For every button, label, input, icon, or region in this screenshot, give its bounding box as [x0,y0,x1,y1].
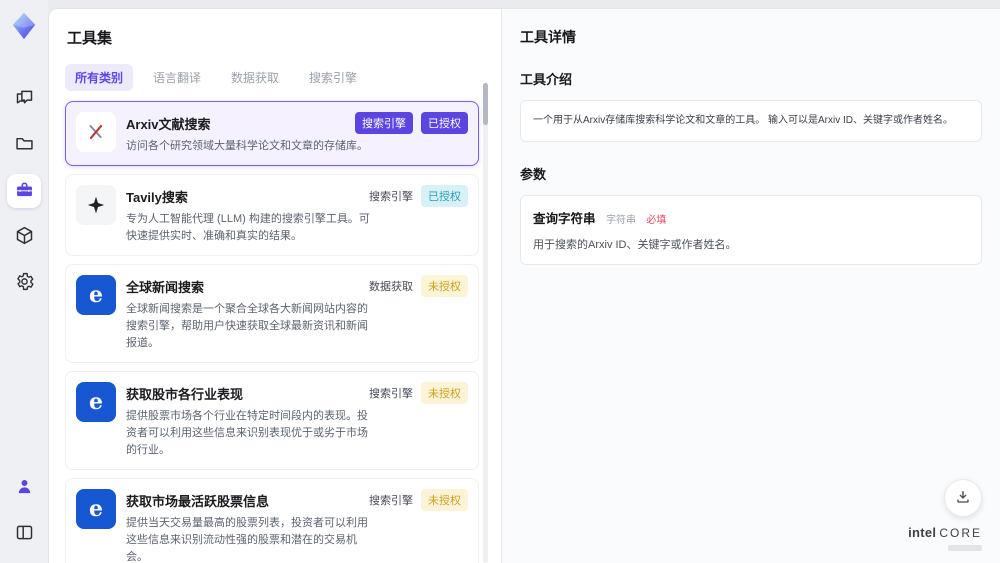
tool-list-item[interactable]: e 获取股市各行业表现 提供股票市场各个行业在特定时间段内的表现。投资者可以利用… [65,371,479,470]
scrollbar-track[interactable] [483,83,488,563]
app-window: 工具集 所有类别 语言翻译 数据获取 搜索引擎 Arxiv文献搜索 访问各个研究领域大… [0,0,1000,563]
auth-status-badge: 未授权 [421,275,468,297]
param-description: 用于搜索的Arxiv ID、关键字或作者姓名。 [533,239,737,251]
sidebar-item-files[interactable] [7,128,41,162]
detail-title: 工具详情 [520,29,576,45]
sidebar-item-tools[interactable] [7,174,41,208]
scrollbar-thumb[interactable] [483,83,488,125]
download-button[interactable] [944,479,982,517]
tool-description: 提供股票市场各个行业在特定时间段内的表现。投资者可以利用这些信息来识别表现优于或… [126,410,368,456]
layout-panel-icon [14,522,35,546]
category-badge: 搜索引擎 [355,112,413,134]
toolbox-icon [14,179,35,203]
params-heading: 参数 [520,167,547,182]
category-badge: 搜索引擎 [369,388,413,400]
core-brand-text: CORE [939,526,982,540]
tool-list-item[interactable]: e 全球新闻搜索 全球新闻搜索是一个聚合全球各大新闻网站内容的搜索引擎，帮助用户… [65,264,479,363]
main-area: 工具集 所有类别 语言翻译 数据获取 搜索引擎 Arxiv文献搜索 访问各个研究领域大… [48,0,1000,563]
detail-panel: 工具详情 工具介绍 一个用于从Arxiv存储库搜索科学论文和文章的工具。 输入可… [501,9,1000,563]
sidebar [0,0,48,563]
news-icon: e [76,275,116,315]
cube-icon [14,225,35,249]
category-tabs: 所有类别 语言翻译 数据获取 搜索引擎 [65,64,501,91]
intro-heading: 工具介绍 [520,72,573,87]
tavily-icon [76,185,116,225]
intro-card: 一个用于从Arxiv存储库搜索科学论文和文章的工具。 输入可以是Arxiv ID… [520,100,982,142]
download-icon [955,489,971,508]
intel-core-logo: intel CORE [908,524,982,551]
arxiv-icon [76,112,116,152]
tool-list-item[interactable]: Arxiv文献搜索 访问各个研究领域大量科学论文和文章的存储库。 搜索引擎 已授… [65,101,479,166]
news-icon: e [76,382,116,422]
auth-status-badge: 未授权 [421,489,468,511]
intel-logo-subtext [948,545,982,551]
gear-icon [14,271,35,295]
param-type: 字符串 [605,215,636,226]
sidebar-item-panel-toggle[interactable] [7,517,41,551]
tool-description: 访问各个研究领域大量科学论文和文章的存储库。 [126,140,368,152]
tool-list: Arxiv文献搜索 访问各个研究领域大量科学论文和文章的存储库。 搜索引擎 已授… [65,101,479,563]
tab-2[interactable]: 数据获取 [221,64,289,91]
tab-3[interactable]: 搜索引擎 [299,64,367,91]
tool-description: 全球新闻搜索是一个聚合全球各大新闻网站内容的搜索引擎，帮助用户快速获取全球最新资… [126,303,368,349]
tool-list-item[interactable]: Tavily搜索 专为人工智能代理 (LLM) 构建的搜索引擎工具。可快速提供实… [65,174,479,256]
tool-description: 专为人工智能代理 (LLM) 构建的搜索引擎工具。可快速提供实时、准确和真实的结… [126,213,370,242]
sidebar-item-models[interactable] [7,220,41,254]
auth-status-badge: 未授权 [421,382,468,404]
page-title: 工具集 [67,30,113,47]
user-icon [14,476,35,500]
sidebar-item-chat[interactable] [7,82,41,116]
content-panels: 工具集 所有类别 语言翻译 数据获取 搜索引擎 Arxiv文献搜索 访问各个研究领域大… [48,8,1000,563]
sidebar-item-account[interactable] [7,471,41,505]
news-icon: e [76,489,116,529]
folder-icon [14,133,35,157]
intel-brand-text: intel [908,525,937,540]
chat-icon [14,87,35,111]
category-badge: 搜索引擎 [369,495,413,507]
tools-panel: 工具集 所有类别 语言翻译 数据获取 搜索引擎 Arxiv文献搜索 访问各个研究领域大… [49,9,501,563]
app-logo [8,10,40,42]
param-required-flag: 必填 [646,215,667,226]
category-badge: 数据获取 [369,281,413,293]
auth-status-badge: 已授权 [421,112,468,134]
tab-0[interactable]: 所有类别 [65,64,134,91]
category-badge: 搜索引擎 [369,191,413,203]
intro-text: 一个用于从Arxiv存储库搜索科学论文和文章的工具。 输入可以是Arxiv ID… [533,115,953,126]
auth-status-badge: 已授权 [421,185,468,207]
param-header: 查询字符串 字符串 必填 [533,208,969,228]
tool-list-item[interactable]: e 获取市场最活跃股票信息 提供当天交易量最高的股票列表，投资者可以利用这些信息… [65,478,479,563]
gem-logo-icon [12,12,36,40]
tool-description: 提供当天交易量最高的股票列表，投资者可以利用这些信息来识别流动性强的股票和潜在的… [126,517,368,563]
param-name: 查询字符串 [533,212,596,226]
sidebar-item-settings[interactable] [7,266,41,300]
param-card: 查询字符串 字符串 必填 用于搜索的Arxiv ID、关键字或作者姓名。 [520,195,982,265]
tab-1[interactable]: 语言翻译 [143,64,211,91]
